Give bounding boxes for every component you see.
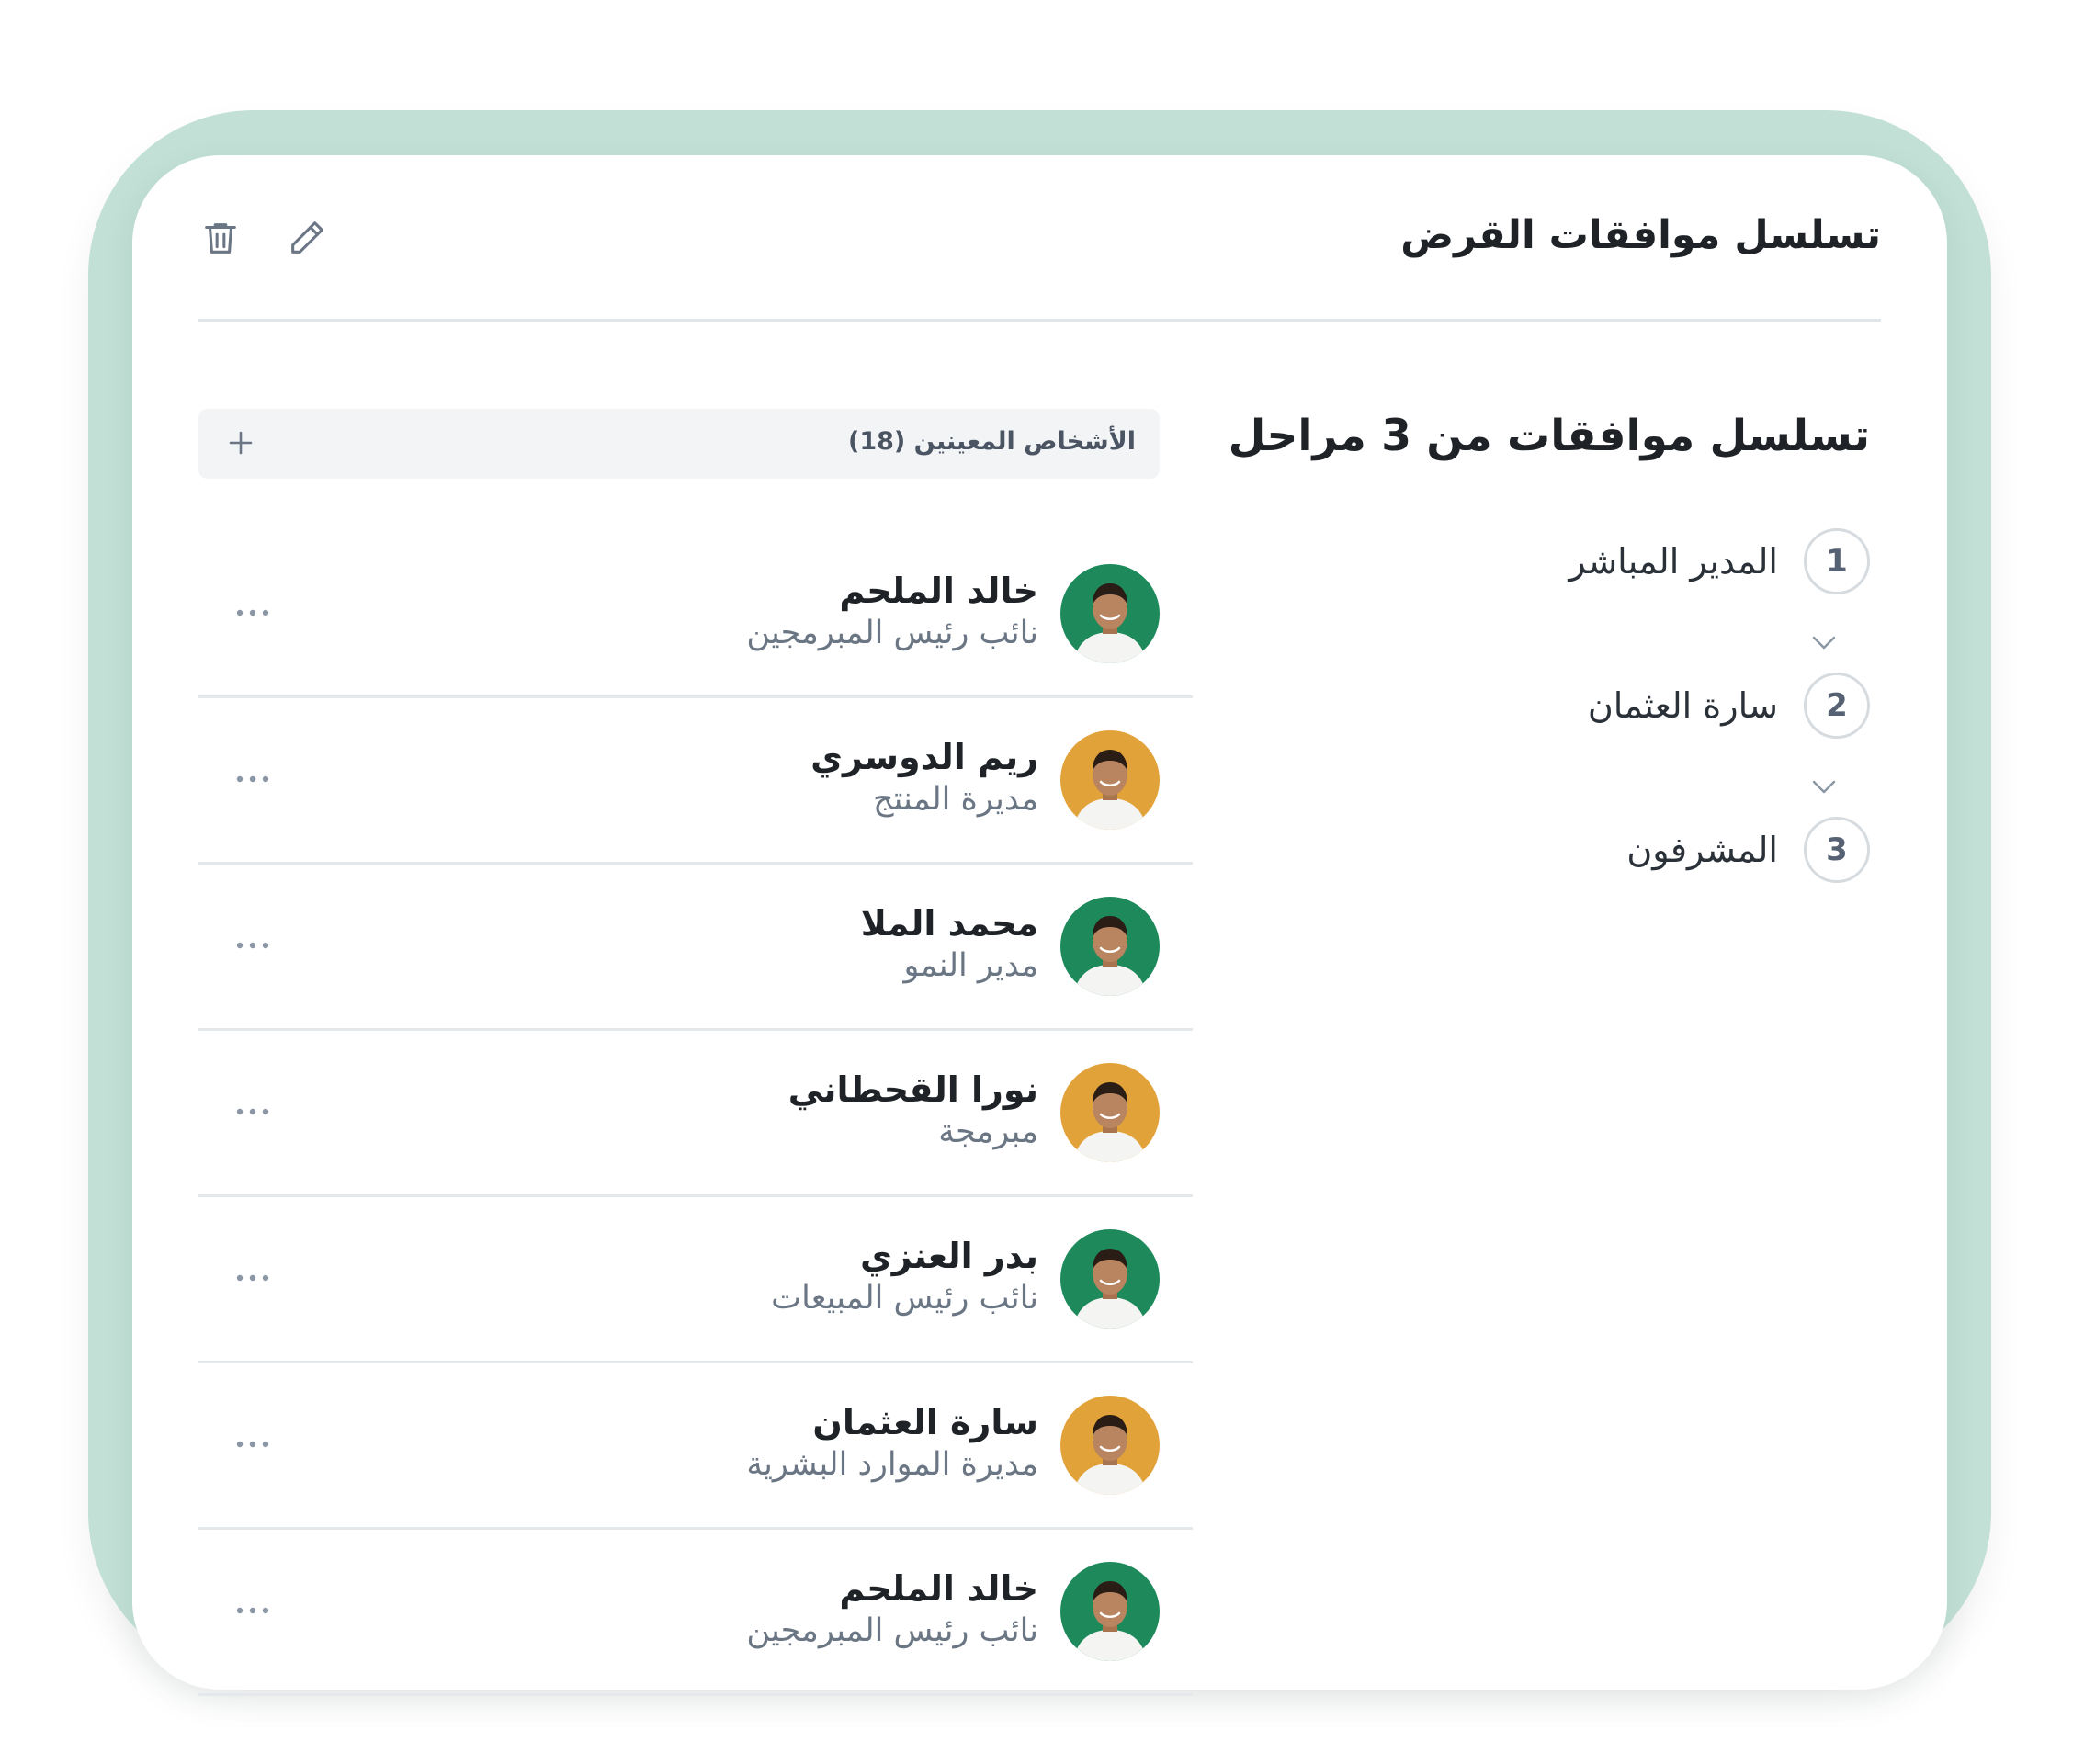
approval-step-2[interactable]: 2 سارة العثمان (1588, 673, 1870, 739)
person-row[interactable]: خالد الملحم نائب رئيس المبرمجين (198, 532, 1193, 698)
avatar (1060, 1562, 1160, 1661)
person-name: نورا القحطاني (787, 1069, 1038, 1110)
person-name: ريم الدوسري (810, 737, 1038, 777)
avatar (1060, 564, 1160, 663)
more-options-icon[interactable] (232, 770, 274, 788)
more-options-icon[interactable] (232, 1269, 274, 1287)
step-number: 2 (1804, 673, 1870, 739)
loan-approval-card: تسلسل موافقات القرض تسلسل موافقات من 3 م… (132, 155, 1947, 1696)
pencil-icon[interactable] (285, 214, 329, 262)
approval-step-1[interactable]: 1 المدير المباشر (1569, 528, 1870, 594)
avatar (1060, 730, 1160, 830)
step-label: سارة العثمان (1587, 685, 1778, 726)
chevron-down-icon (1812, 636, 1836, 650)
person-role: مديرة المنتج (873, 781, 1038, 818)
avatar (1060, 1229, 1160, 1329)
avatar (1060, 897, 1160, 996)
trash-icon[interactable] (198, 214, 243, 262)
more-options-icon[interactable] (232, 936, 274, 955)
card-title: تسلسل موافقات القرض (1400, 212, 1881, 258)
person-row[interactable]: محمد الملا مدير النمو (198, 865, 1193, 1031)
person-row[interactable]: ريم الدوسري مديرة المنتج (198, 698, 1193, 865)
person-name: سارة العثمان (812, 1402, 1038, 1442)
more-options-icon[interactable] (232, 604, 274, 622)
card-header: تسلسل موافقات القرض (198, 155, 1881, 322)
person-role: مبرمجة (938, 1114, 1038, 1150)
avatar (1060, 1063, 1160, 1162)
person-role: مدير النمو (903, 947, 1038, 984)
assigned-people-header: الأشخاص المعينين (18) (198, 409, 1160, 479)
person-row[interactable]: بدر العنزي نائب رئيس المبيعات (198, 1197, 1193, 1363)
assigned-people-title: الأشخاص المعينين (18) (848, 427, 1136, 456)
more-options-icon[interactable] (232, 1435, 274, 1453)
step-number: 1 (1804, 528, 1870, 594)
approval-chain-title: تسلسل موافقات من 3 مراحل (1228, 411, 1870, 461)
person-role: مديرة الموارد البشرية (746, 1446, 1038, 1483)
more-options-icon[interactable] (232, 1102, 274, 1121)
person-name: خالد الملحم (839, 571, 1038, 611)
person-row[interactable]: سارة العثمان مديرة الموارد البشرية (198, 1363, 1193, 1530)
approval-step-3[interactable]: 3 المشرفون (1626, 817, 1870, 883)
person-name: محمد الملا (860, 903, 1038, 944)
person-role: نائب رئيس المبرمجين (746, 615, 1038, 651)
step-label: المشرفون (1626, 830, 1778, 870)
person-name: بدر العنزي (859, 1236, 1038, 1276)
person-role: نائب رئيس المبيعات (771, 1280, 1038, 1317)
step-label: المدير المباشر (1569, 541, 1778, 582)
person-name: خالد الملحم (839, 1568, 1038, 1609)
plus-icon[interactable] (222, 424, 259, 461)
more-options-icon[interactable] (232, 1601, 274, 1620)
step-number: 3 (1804, 817, 1870, 883)
avatar (1060, 1396, 1160, 1495)
chevron-down-icon (1812, 780, 1836, 794)
person-row[interactable]: خالد الملحم نائب رئيس المبرمجين (198, 1530, 1193, 1696)
person-row[interactable]: نورا القحطاني مبرمجة (198, 1031, 1193, 1197)
person-role: نائب رئيس المبرمجين (746, 1612, 1038, 1649)
